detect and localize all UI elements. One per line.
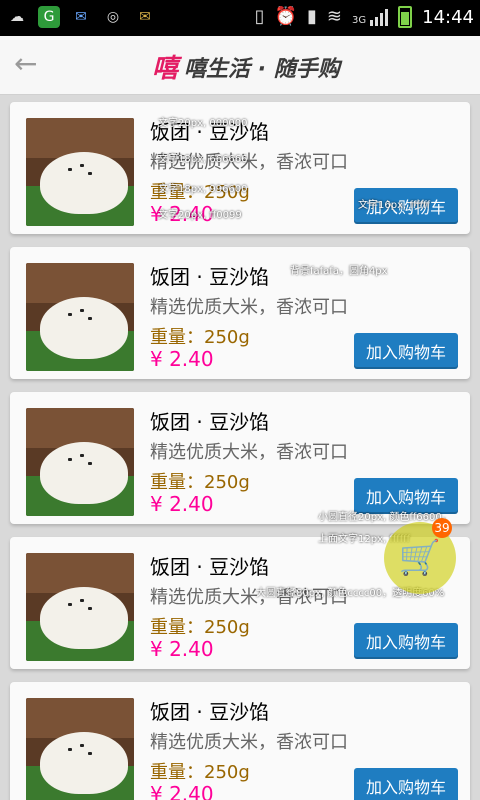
cloud-icon: ☁ — [10, 9, 24, 25]
product-title: 饭团 · 豆沙馅 — [150, 700, 270, 724]
product-desc: 精选优质大米，香浓可口 — [150, 732, 348, 753]
annotation-card: 背景fafafa，圆角4px — [290, 266, 388, 277]
vibrate-icon: ▯ — [254, 6, 265, 27]
product-title: 饭团 · 豆沙馅 — [150, 265, 270, 289]
product-image — [26, 698, 134, 800]
cart-icon: 🛒 — [398, 538, 442, 578]
app-icon: G — [38, 6, 60, 28]
status-time: 14:44 — [422, 6, 474, 28]
alarm-icon: ⏰ — [274, 6, 297, 27]
product-image — [26, 118, 134, 226]
app-header: ← 嘻 嘻生活 · 随手购 — [0, 36, 480, 95]
product-price: ¥ 2.40 — [150, 492, 214, 516]
annotation-desc: 文字18px, 666666 — [158, 154, 248, 165]
back-arrow-icon[interactable]: ← — [14, 50, 44, 80]
product-weight: 重量：250g — [150, 617, 250, 638]
annotation-price: 文字20px, ff0099 — [158, 210, 242, 221]
product-image — [26, 408, 134, 516]
mail-icon: ✉ — [139, 9, 151, 25]
product-card[interactable]: 饭团 · 豆沙馅 精选优质大米，香浓可口 重量：250g ¥ 2.40 加入购物… — [10, 392, 470, 524]
add-to-cart-button[interactable]: 加入购物车 — [354, 623, 458, 659]
annotation-button: 文字16px, ffffff — [358, 200, 431, 211]
brand: 嘻 嘻生活 · 随手购 — [152, 48, 340, 85]
annotation-badge-1: 小圆直径20px, 颜色ff6600， — [318, 512, 452, 523]
product-card[interactable]: 饭团 · 豆沙馅 精选优质大米，香浓可口 重量：250g ¥ 2.40 加入购物… — [10, 682, 470, 800]
brand-logo: 嘻 — [152, 54, 178, 84]
product-desc: 精选优质大米，香浓可口 — [150, 442, 348, 463]
annotation-weight: 文字18px, 996600 — [158, 184, 248, 195]
status-left-icons: ☁ G ✉ ◎ ✉ — [6, 6, 156, 28]
status-right-icons: ▯ ⏰ ▮ ≋ 3G 14:44 — [255, 6, 474, 28]
message-icon: ✉ — [75, 9, 87, 25]
add-to-cart-button[interactable]: 加入购物车 — [354, 333, 458, 369]
wifi-icon: ≋ — [326, 6, 342, 27]
chrome-icon: ◎ — [106, 9, 120, 25]
product-price: ¥ 2.40 — [150, 637, 214, 661]
cart-count-badge: 39 — [432, 518, 452, 538]
product-price: ¥ 2.40 — [150, 782, 214, 800]
product-title: 饭团 · 豆沙馅 — [150, 410, 270, 434]
product-title: 饭团 · 豆沙馅 — [150, 555, 270, 579]
product-weight: 重量：250g — [150, 762, 250, 783]
product-card[interactable]: 饭团 · 豆沙馅 精选优质大米，香浓可口 重量：250g ¥ 2.40 加入购物… — [10, 247, 470, 379]
product-image — [26, 263, 134, 371]
product-desc: 精选优质大米，香浓可口 — [150, 297, 348, 318]
product-weight: 重量：250g — [150, 472, 250, 493]
brand-title: 嘻生活 · 随手购 — [184, 56, 340, 82]
battery-icon — [398, 6, 413, 28]
product-price: ¥ 2.40 — [150, 347, 214, 371]
signal-group: 3G — [352, 8, 389, 26]
status-bar: ☁ G ✉ ◎ ✉ ▯ ⏰ ▮ ≋ 3G 14:44 — [0, 0, 480, 36]
signal-icon — [370, 8, 389, 26]
annotation-title: 文字20px, 000000 — [158, 118, 248, 129]
product-image — [26, 553, 134, 661]
product-weight: 重量：250g — [150, 327, 250, 348]
add-to-cart-button[interactable]: 加入购物车 — [354, 768, 458, 800]
network-type: 3G — [352, 15, 367, 26]
sim-icon: ▮ — [307, 6, 317, 27]
